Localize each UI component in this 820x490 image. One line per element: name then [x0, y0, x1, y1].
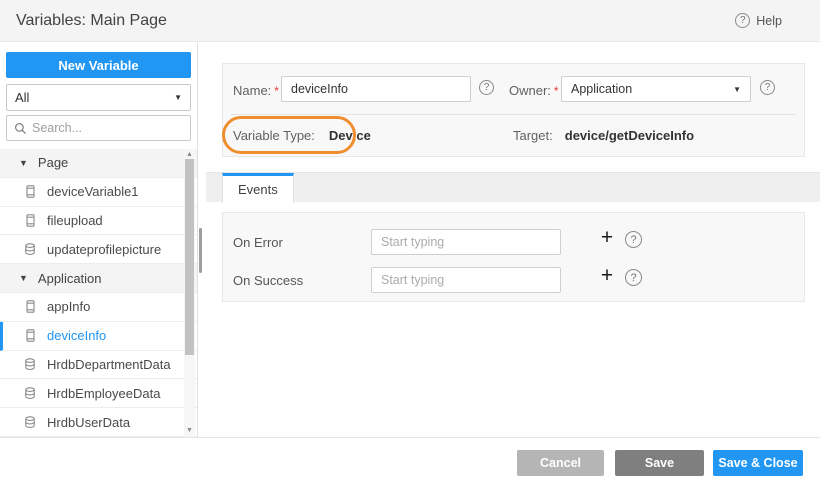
tree-item-label: deviceInfo: [47, 328, 106, 343]
target-label: Target:: [513, 128, 553, 143]
content-scrollbar-thumb[interactable]: [199, 228, 202, 273]
collapse-arrow-icon: ▼: [19, 158, 28, 168]
required-asterisk: *: [274, 84, 279, 98]
scroll-down-icon[interactable]: ▼: [184, 426, 195, 436]
owner-label: Owner:*: [509, 83, 559, 98]
tree-item-label: HrdbDepartmentData: [47, 357, 171, 372]
tree-group-application[interactable]: ▼ Application: [0, 264, 197, 293]
dialog-header: Variables: Main Page ? Help: [0, 0, 820, 42]
help-label: Help: [756, 14, 782, 28]
sidebar-scrollbar[interactable]: ▲ ▼: [184, 149, 195, 437]
tree-item-deviceinfo-selected[interactable]: deviceInfo: [0, 322, 197, 351]
device-variable-icon: [24, 300, 37, 313]
dialog-footer: Cancel Save Save & Close: [0, 437, 820, 490]
target-value: device/getDeviceInfo: [565, 128, 694, 143]
help-button[interactable]: ? Help: [735, 13, 782, 28]
on-success-help-icon[interactable]: ?: [625, 269, 642, 286]
tree-item-devicevariable1[interactable]: deviceVariable1: [0, 178, 197, 207]
owner-help-icon[interactable]: ?: [760, 80, 775, 95]
service-variable-icon: [24, 243, 37, 256]
device-variable-icon: [24, 185, 37, 198]
tree-item-appinfo[interactable]: appInfo: [0, 293, 197, 322]
tree-item-label: deviceVariable1: [47, 184, 139, 199]
search-input[interactable]: [32, 121, 193, 135]
variable-type-label: Variable Type:: [233, 128, 315, 143]
device-variable-icon: [24, 329, 37, 342]
service-variable-icon: [24, 358, 37, 371]
tree-item-label: appInfo: [47, 299, 90, 314]
service-variable-icon: [24, 387, 37, 400]
search-icon: [14, 122, 27, 135]
name-help-icon[interactable]: ?: [479, 80, 494, 95]
variable-filter-select[interactable]: All ▼: [6, 84, 191, 111]
on-error-label: On Error: [233, 235, 283, 250]
tree-item-hrdbdepartmentdata[interactable]: HrdbDepartmentData: [0, 351, 197, 380]
on-success-input[interactable]: [371, 267, 561, 293]
tree-item-label: updateprofilepicture: [47, 242, 161, 257]
tree-item-label: fileupload: [47, 213, 103, 228]
events-panel: On Error + ? On Success + ?: [222, 212, 805, 302]
form-divider: [231, 114, 796, 115]
variable-search: [6, 115, 191, 141]
target-row: Target: device/getDeviceInfo: [513, 128, 694, 143]
tab-events[interactable]: Events: [222, 173, 294, 203]
variable-detail-panel: Name:* ? Owner:* Application ▼ ? Variabl…: [206, 43, 820, 437]
tab-strip: Events: [206, 172, 820, 202]
name-label: Name:*: [233, 83, 279, 98]
sidebar-divider: [197, 43, 198, 437]
owner-select[interactable]: Application ▼: [561, 76, 751, 102]
required-asterisk: *: [554, 84, 559, 98]
tree-item-label: HrdbUserData: [47, 415, 130, 430]
on-error-help-icon[interactable]: ?: [625, 231, 642, 248]
filter-selected-value: All: [15, 90, 29, 105]
chevron-down-icon: ▼: [174, 93, 182, 102]
chevron-down-icon: ▼: [733, 85, 741, 94]
variables-dialog: Variables: Main Page ? Help New Variable…: [0, 0, 820, 490]
tab-events-label: Events: [238, 182, 278, 197]
save-and-close-button[interactable]: Save & Close: [713, 450, 803, 476]
owner-selected-value: Application: [571, 82, 632, 96]
tree-item-fileupload[interactable]: fileupload: [0, 207, 197, 236]
on-error-add-icon[interactable]: +: [597, 228, 617, 250]
tree-group-page[interactable]: ▼ Page: [0, 149, 197, 178]
tree-item-hrdbuserdata[interactable]: HrdbUserData: [0, 408, 197, 437]
tree-item-label: HrdbEmployeeData: [47, 386, 160, 401]
variable-type-value: Device: [329, 128, 371, 143]
variable-properties-form: Name:* ? Owner:* Application ▼ ? Variabl…: [222, 63, 805, 157]
cancel-button[interactable]: Cancel: [517, 450, 604, 476]
tree-group-label: Page: [38, 155, 68, 170]
variable-type-row: Variable Type: Device: [233, 128, 371, 143]
service-variable-icon: [24, 416, 37, 429]
save-button[interactable]: Save: [615, 450, 704, 476]
help-circle-icon: ?: [735, 13, 750, 28]
name-input[interactable]: [281, 76, 471, 102]
tree-group-label: Application: [38, 271, 102, 286]
device-variable-icon: [24, 214, 37, 227]
collapse-arrow-icon: ▼: [19, 273, 28, 283]
new-variable-button[interactable]: New Variable: [6, 52, 191, 78]
on-success-add-icon[interactable]: +: [597, 266, 617, 288]
tree-item-hrdbemployeedata[interactable]: HrdbEmployeeData: [0, 379, 197, 408]
on-error-input[interactable]: [371, 229, 561, 255]
tree-item-updateprofilepicture[interactable]: updateprofilepicture: [0, 235, 197, 264]
variables-sidebar: New Variable All ▼ ▼ Page deviceVariable…: [0, 43, 197, 437]
on-success-label: On Success: [233, 273, 303, 288]
page-title: Variables: Main Page: [16, 0, 167, 42]
variable-tree: ▼ Page deviceVariable1 fileupload update…: [0, 149, 197, 437]
sidebar-scrollbar-thumb[interactable]: [185, 159, 194, 355]
